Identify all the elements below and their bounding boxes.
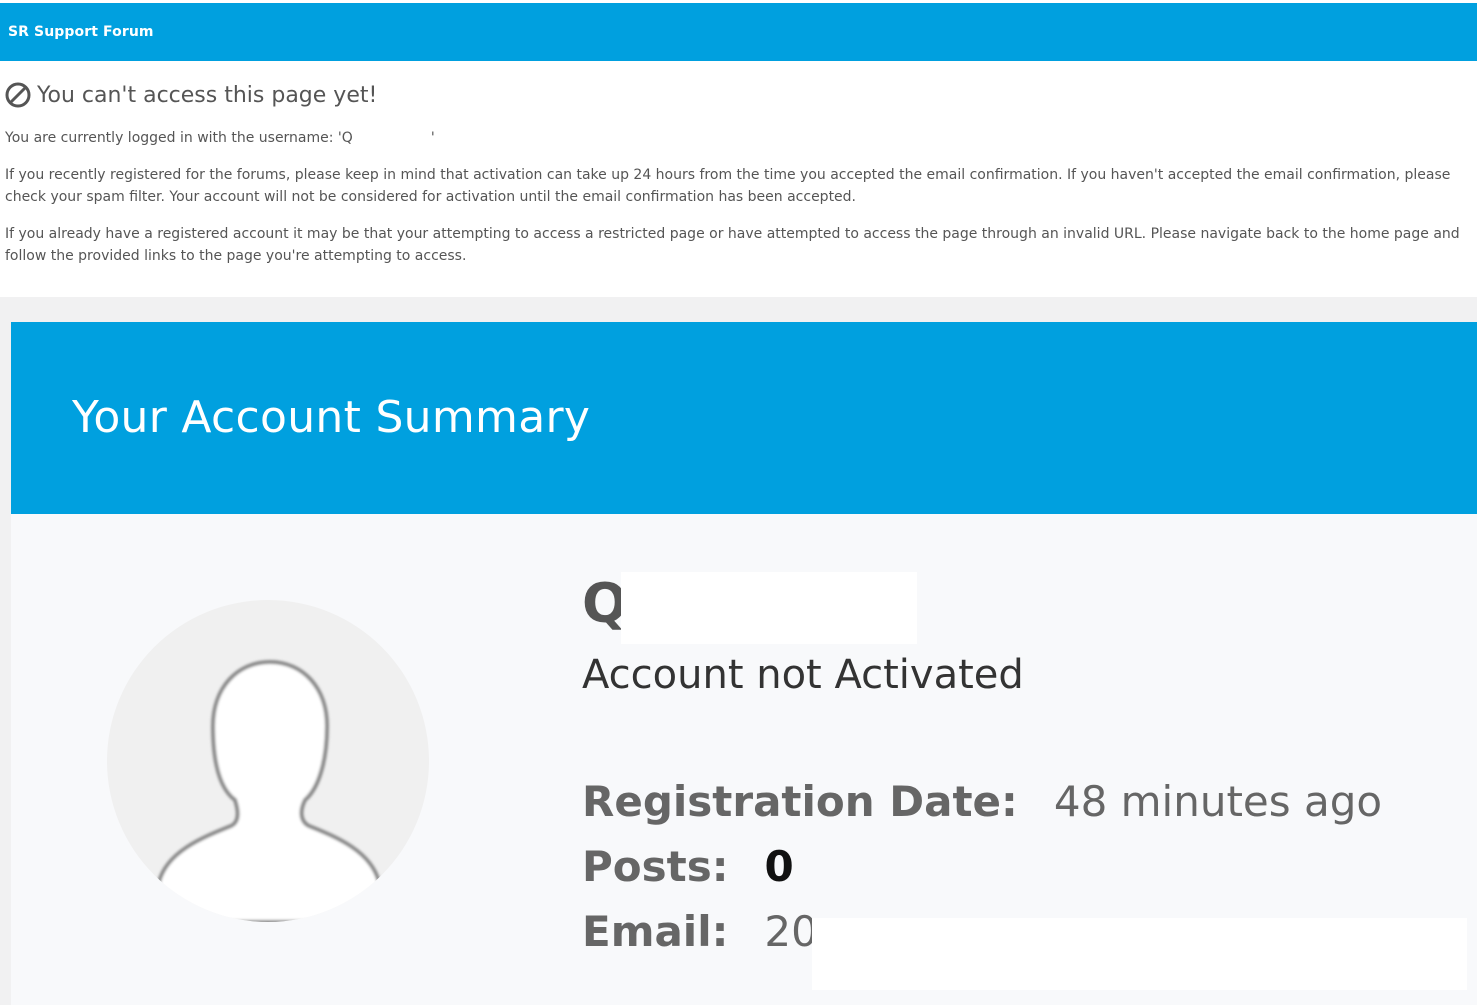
notice-title-text: You can't access this page yet! bbox=[37, 82, 378, 108]
username-line-prefix: You are currently logged in with the use… bbox=[5, 130, 353, 146]
username-line-suffix: ' bbox=[430, 130, 435, 146]
account-section: Your Account Summary Q Account not Activ… bbox=[0, 297, 1477, 1005]
posts-label: Posts: bbox=[582, 842, 729, 891]
card-header: Your Account Summary bbox=[11, 322, 1477, 514]
redacted-name bbox=[621, 572, 917, 644]
registration-info-text: If you recently registered for the forum… bbox=[5, 167, 1451, 205]
redacted-email bbox=[812, 918, 1467, 990]
notice-title: You can't access this page yet! bbox=[5, 81, 1472, 109]
registration-date-label: Registration Date: bbox=[582, 777, 1018, 826]
username-line: You are currently logged in with the use… bbox=[5, 127, 1472, 149]
email-label: Email: bbox=[582, 907, 729, 956]
restricted-info-text: If you already have a registered account… bbox=[5, 226, 1460, 264]
access-notice: You can't access this page yet! You are … bbox=[0, 61, 1477, 297]
account-summary-card: Your Account Summary Q Account not Activ… bbox=[11, 322, 1477, 1005]
email-row: Email: 20 bbox=[582, 907, 818, 956]
site-brand-link[interactable]: SR Support Forum bbox=[8, 24, 154, 40]
posts-row: Posts: 0 bbox=[582, 842, 794, 891]
account-status: Account not Activated bbox=[582, 652, 1024, 698]
user-silhouette-icon bbox=[157, 659, 381, 922]
avatar bbox=[107, 600, 429, 922]
email-value: 20 bbox=[764, 907, 818, 956]
registration-date-value: 48 minutes ago bbox=[1053, 777, 1383, 826]
posts-value: 0 bbox=[764, 842, 794, 891]
prohibited-icon bbox=[5, 82, 31, 108]
card-title: Your Account Summary bbox=[72, 391, 591, 443]
registration-date-row: Registration Date: 48 minutes ago bbox=[582, 777, 1382, 826]
top-navbar: SR Support Forum bbox=[0, 3, 1477, 61]
redacted-username bbox=[352, 129, 431, 147]
